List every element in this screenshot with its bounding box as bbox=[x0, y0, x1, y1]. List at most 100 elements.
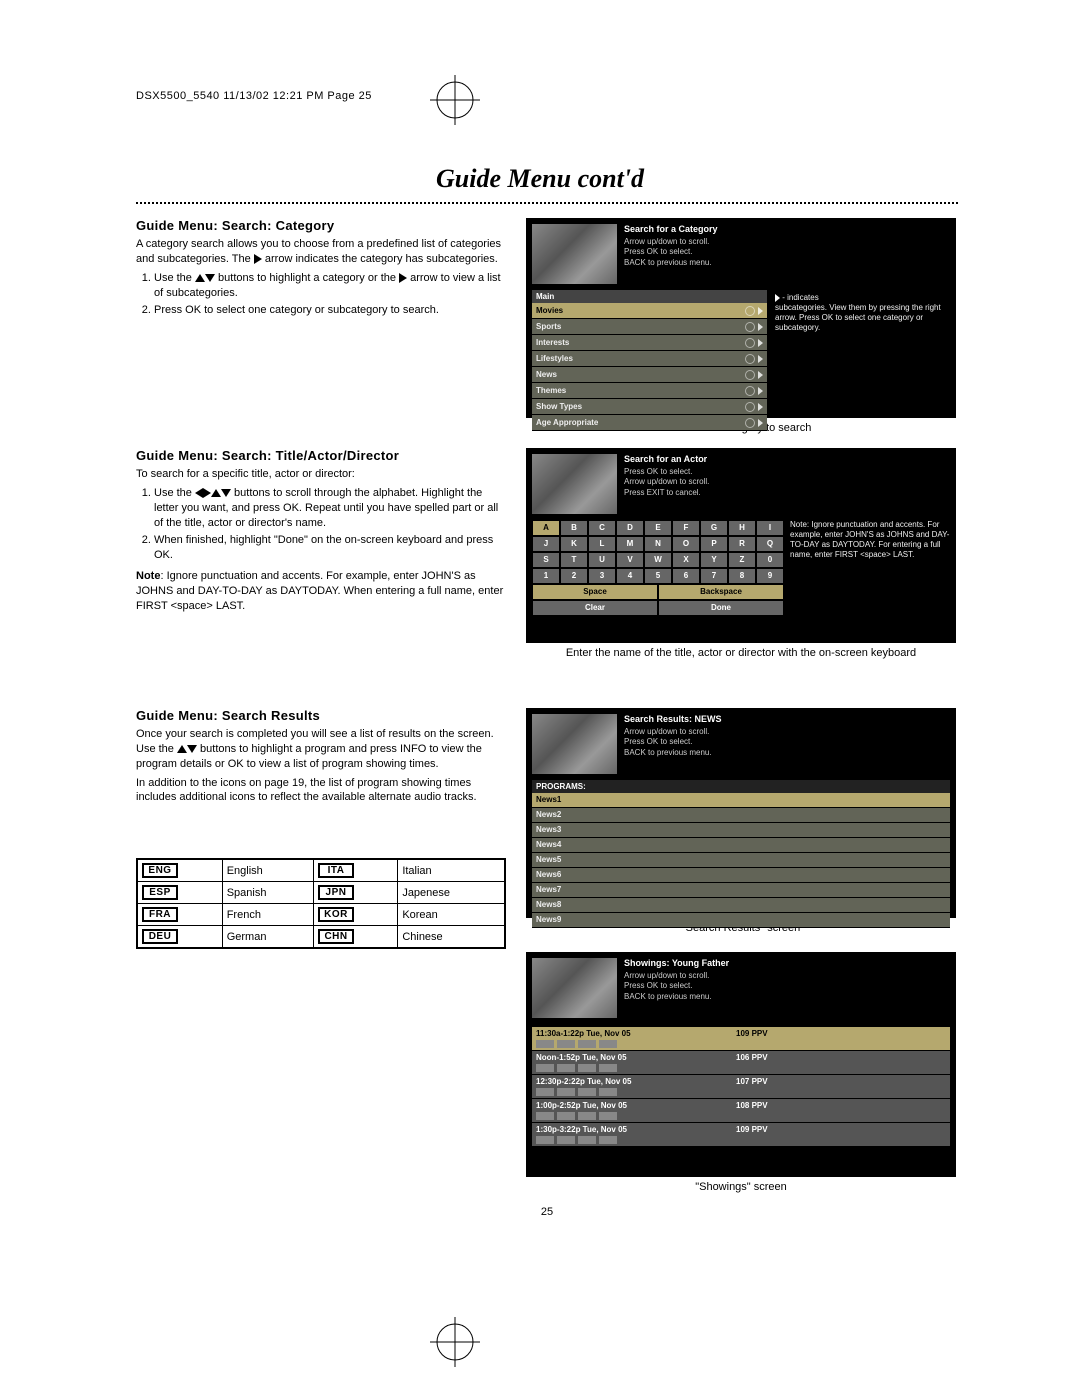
showing-row: 11:30a-1:22p Tue, Nov 05109 PPV bbox=[532, 1027, 950, 1051]
keyboard-key: Q bbox=[757, 537, 783, 551]
showing-row: Noon-1:52p Tue, Nov 05106 PPV bbox=[532, 1051, 950, 1075]
keyboard-key: B bbox=[561, 521, 587, 535]
arrow-up-icon bbox=[195, 274, 205, 282]
lang-cell: FRA bbox=[137, 904, 222, 926]
lang-badge-icon: FRA bbox=[142, 907, 178, 922]
paragraph: In addition to the icons on page 19, the… bbox=[136, 776, 506, 806]
text: Use the bbox=[154, 487, 195, 499]
arrow-up-icon bbox=[177, 745, 187, 753]
hint-line: BACK to previous menu. bbox=[624, 992, 950, 1002]
hint-line: Press OK to select. bbox=[624, 467, 950, 477]
keyboard-key: 2 bbox=[561, 569, 587, 583]
keyboard-key: 4 bbox=[617, 569, 643, 583]
screenshot-title: Search Results: NEWS bbox=[624, 714, 950, 724]
lang-cell: Japenese bbox=[398, 882, 505, 904]
keyboard-key: 5 bbox=[645, 569, 671, 583]
keyboard-key: V bbox=[617, 553, 643, 567]
category-row: Movies bbox=[532, 303, 767, 319]
result-row: News4 bbox=[532, 838, 950, 853]
text: - indicates bbox=[782, 293, 818, 302]
screenshot-results: Search Results: NEWS Arrow up/down to sc… bbox=[526, 708, 956, 918]
screenshot-title: Search for a Category bbox=[624, 224, 950, 234]
keyboard-key: G bbox=[701, 521, 727, 535]
result-row: News7 bbox=[532, 883, 950, 898]
result-row: News6 bbox=[532, 868, 950, 883]
category-row: Show Types bbox=[532, 399, 767, 415]
preview-thumbnail bbox=[532, 714, 617, 774]
keyboard-key: L bbox=[589, 537, 615, 551]
hint-line: BACK to previous menu. bbox=[624, 258, 950, 268]
arrow-right-icon bbox=[775, 294, 780, 302]
list-item: Use the buttons to highlight a category … bbox=[154, 271, 506, 301]
text: buttons to highlight a category or the bbox=[218, 272, 399, 284]
text: Use the bbox=[154, 272, 195, 284]
hint-line: Arrow up/down to scroll. bbox=[624, 477, 950, 487]
category-row: Lifestyles bbox=[532, 351, 767, 367]
keyboard-key: I bbox=[757, 521, 783, 535]
lang-badge-icon: ENG bbox=[142, 863, 178, 878]
section-intro: Once your search is completed you will s… bbox=[136, 727, 506, 772]
arrow-right-icon bbox=[203, 488, 211, 498]
language-table: ENG English ITA Italian ESP Spanish JPN … bbox=[136, 858, 506, 949]
arrow-right-icon bbox=[399, 273, 407, 283]
arrow-down-icon bbox=[187, 745, 197, 753]
keyboard-key: E bbox=[645, 521, 671, 535]
keyboard-key: J bbox=[533, 537, 559, 551]
side-note: - indicates subcategories. View them by … bbox=[775, 293, 950, 333]
text: subcategories. View them by pressing the… bbox=[775, 303, 941, 332]
lang-cell: English bbox=[222, 859, 313, 882]
hint-line: Arrow up/down to scroll. bbox=[624, 971, 950, 981]
preview-thumbnail bbox=[532, 224, 617, 284]
crop-mark-bottom bbox=[430, 1317, 480, 1367]
hint-line: BACK to previous menu. bbox=[624, 748, 950, 758]
list-item: Press OK to select one category or subca… bbox=[154, 303, 506, 318]
showing-row: 1:30p-3:22p Tue, Nov 05109 PPV bbox=[532, 1123, 950, 1147]
keyboard-grid: ABCDEFGHIJKLMNOPRQSTUVWXYZ0123456789 Spa… bbox=[532, 520, 784, 616]
screenshot-caption: Enter the name of the title, actor or di… bbox=[526, 647, 956, 659]
lang-cell: ESP bbox=[137, 882, 222, 904]
instruction-list: Use the buttons to scroll through the al… bbox=[136, 486, 506, 563]
section-results: Guide Menu: Search Results Once your sea… bbox=[136, 708, 506, 809]
keyboard-key: Y bbox=[701, 553, 727, 567]
arrow-left-icon bbox=[195, 488, 203, 498]
keyboard-key: A bbox=[533, 521, 559, 535]
result-row: News8 bbox=[532, 898, 950, 913]
hint-line: Arrow up/down to scroll. bbox=[624, 237, 950, 247]
hint-line: Press EXIT to cancel. bbox=[624, 488, 950, 498]
lang-cell: DEU bbox=[137, 926, 222, 949]
keyboard-key: 6 bbox=[673, 569, 699, 583]
category-list: Main MoviesSportsInterestsLifestylesNews… bbox=[532, 290, 767, 431]
page-title: Guide Menu cont'd bbox=[0, 164, 1080, 194]
keyboard-key: K bbox=[561, 537, 587, 551]
screenshot-title: Showings: Young Father bbox=[624, 958, 950, 968]
keyboard-key: 1 bbox=[533, 569, 559, 583]
arrow-right-icon bbox=[254, 254, 262, 264]
screenshot-header: Showings: Young Father Arrow up/down to … bbox=[624, 958, 950, 1002]
lang-cell: CHN bbox=[314, 926, 398, 949]
lang-badge-icon: CHN bbox=[318, 929, 354, 944]
keyboard-key: N bbox=[645, 537, 671, 551]
hint-line: Press OK to select. bbox=[624, 737, 950, 747]
keyboard-key: 0 bbox=[757, 553, 783, 567]
keyboard-key: T bbox=[561, 553, 587, 567]
screenshot-header: Search for an Actor Press OK to select. … bbox=[624, 454, 950, 498]
keyboard-key: W bbox=[645, 553, 671, 567]
keyboard-key: 3 bbox=[589, 569, 615, 583]
list-item: Use the buttons to scroll through the al… bbox=[154, 486, 506, 531]
keyboard-key: Z bbox=[729, 553, 755, 567]
result-row: News1 bbox=[532, 793, 950, 808]
screenshot-keyboard: Search for an Actor Press OK to select. … bbox=[526, 448, 956, 643]
preview-thumbnail bbox=[532, 454, 617, 514]
keyboard-key: C bbox=[589, 521, 615, 535]
result-row: News9 bbox=[532, 913, 950, 928]
instruction-list: Use the buttons to highlight a category … bbox=[136, 271, 506, 319]
text: : Ignore punctuation and accents. For ex… bbox=[136, 570, 503, 612]
lang-cell: ENG bbox=[137, 859, 222, 882]
results-header: PROGRAMS: bbox=[532, 780, 950, 793]
result-row: News3 bbox=[532, 823, 950, 838]
keyboard-key: U bbox=[589, 553, 615, 567]
lang-cell: Chinese bbox=[398, 926, 505, 949]
keyboard-key: S bbox=[533, 553, 559, 567]
category-row: Themes bbox=[532, 383, 767, 399]
preview-thumbnail bbox=[532, 958, 617, 1018]
